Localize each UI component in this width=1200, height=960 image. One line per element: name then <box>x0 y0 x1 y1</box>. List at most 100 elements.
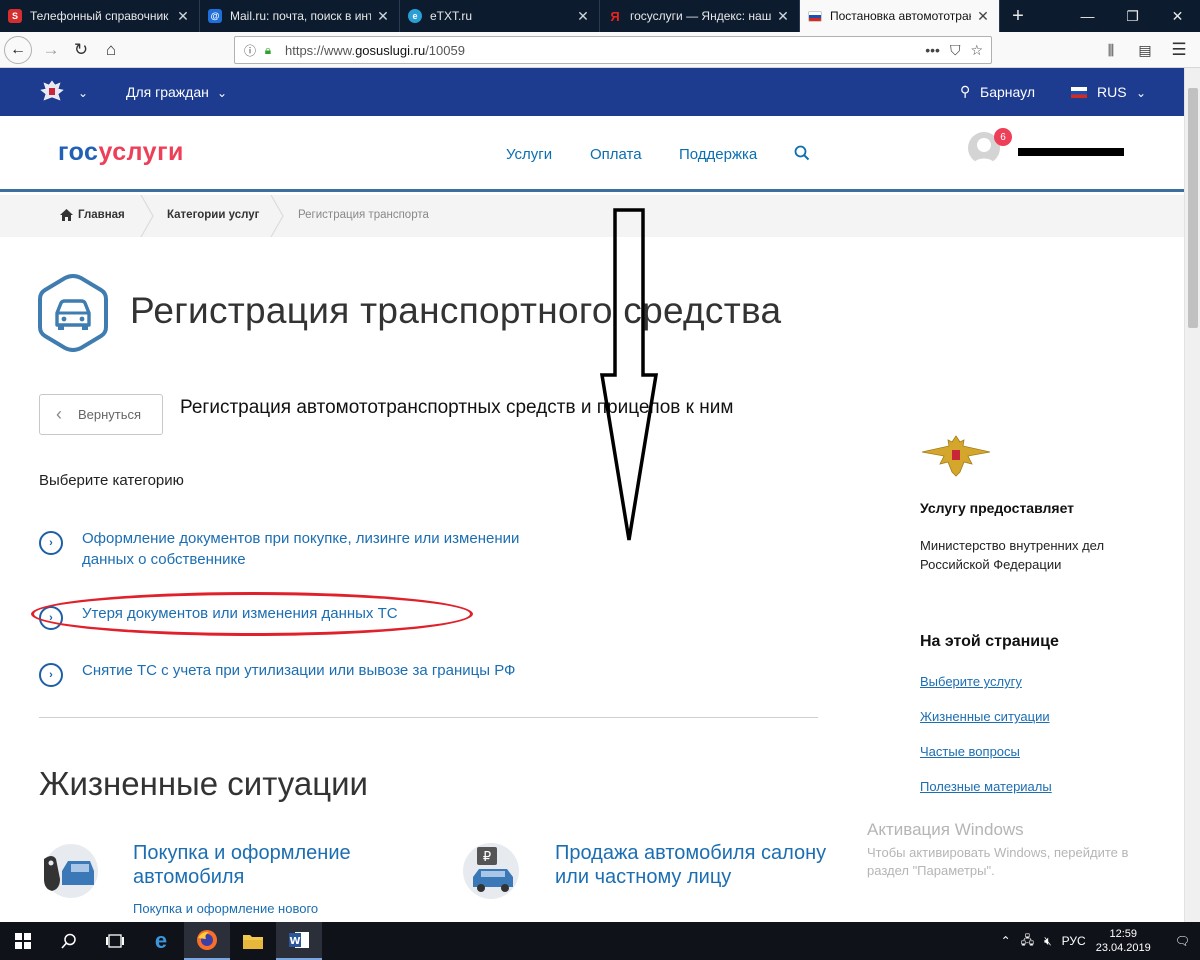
category-option-deregistration[interactable]: › Снятие ТС с учета при утилизации или в… <box>39 660 562 687</box>
close-window-icon[interactable]: ✕ <box>1155 0 1200 32</box>
tab-title: Mail.ru: почта, поиск в инте <box>230 9 371 23</box>
coat-of-arms-icon[interactable] <box>38 78 66 106</box>
url-text[interactable]: https://www.gosuslugi.ru/10059 <box>285 43 465 58</box>
menu-icon[interactable]: ☰ <box>1164 35 1194 65</box>
close-tab-icon[interactable]: ✕ <box>375 8 391 25</box>
window-controls: — ❐ ✕ <box>1065 0 1200 32</box>
close-tab-icon[interactable]: ✕ <box>575 8 591 25</box>
close-tab-icon[interactable]: ✕ <box>175 8 191 25</box>
forward-arrow-icon[interactable]: → <box>36 35 66 65</box>
chevron-down-icon[interactable]: ⌄ <box>1136 86 1146 100</box>
volume-muted-icon[interactable]: 🔇︎ <box>1044 934 1052 949</box>
onpage-link-choose-service[interactable]: Выберите услугу <box>920 674 1022 689</box>
new-tab-button[interactable]: + <box>1000 0 1036 32</box>
provider-heading: Услугу предоставляет <box>920 500 1075 516</box>
car-key-icon[interactable] <box>38 841 98 901</box>
browser-tab-phonebook[interactable]: S Телефонный справочник ✕ <box>0 0 200 32</box>
card-purchase-sub[interactable]: Покупка и оформление нового <box>133 901 318 916</box>
nav-payment[interactable]: Оплата <box>590 146 642 163</box>
car-sale-ruble-icon[interactable]: ₽ <box>461 841 521 901</box>
notification-badge[interactable]: 6 <box>994 128 1012 146</box>
word-icon[interactable]: W <box>276 922 322 960</box>
system-tray: ⌃ 🖧︎ 🔇︎ РУС 12:59 23.04.2019 🗨︎ <box>1001 927 1200 955</box>
mailru-favicon-icon: @ <box>208 9 222 23</box>
chevron-up-icon[interactable]: ⌃ <box>1001 934 1011 948</box>
search-icon[interactable] <box>46 922 92 960</box>
file-explorer-icon[interactable] <box>230 922 276 960</box>
input-language[interactable]: РУС <box>1062 934 1086 948</box>
page-scrollbar[interactable] <box>1184 68 1200 922</box>
lock-icon[interactable]: 🔒︎ <box>259 43 277 58</box>
page-actions-icon[interactable]: ••• <box>925 42 940 59</box>
nav-support[interactable]: Поддержка <box>679 146 757 163</box>
page-title: Регистрация транспортного средства <box>130 290 782 331</box>
page-viewport: ⌄ Для граждан ⌄ ⚲ Барнаул RUS ⌄ госуслуг… <box>0 68 1184 922</box>
chevron-right-circle-icon: › <box>39 531 63 555</box>
section-divider <box>39 717 818 718</box>
mvd-emblem-icon <box>921 435 991 477</box>
close-tab-icon[interactable]: ✕ <box>975 8 991 25</box>
svg-text:W: W <box>289 936 300 947</box>
pocket-icon[interactable]: ⛉ <box>950 42 961 59</box>
language-selector[interactable]: RUS <box>1097 84 1127 100</box>
restore-icon[interactable]: ❐ <box>1110 0 1155 32</box>
reload-icon[interactable]: ↻ <box>66 35 96 65</box>
breadcrumb-categories[interactable]: Категории услуг <box>167 209 259 221</box>
nav-services[interactable]: Услуги <box>506 146 552 163</box>
tab-title: eTXT.ru <box>430 9 473 23</box>
life-situations-heading: Жизненные ситуации <box>39 765 368 802</box>
home-icon[interactable]: ⌂ <box>96 35 126 65</box>
scrollbar-thumb[interactable] <box>1188 88 1198 328</box>
category-option-label[interactable]: Оформление документов при покупке, лизин… <box>82 528 562 570</box>
sidebar-toggle-icon[interactable]: ▤ <box>1130 35 1160 65</box>
tab-title: Телефонный справочник <box>30 9 169 23</box>
browser-tab-etxt[interactable]: e eTXT.ru ✕ <box>400 0 600 32</box>
redacted-username[interactable] <box>1018 148 1124 156</box>
home-icon <box>60 209 73 221</box>
windows-activation-title: Активация Windows <box>867 820 1024 839</box>
back-arrow-icon[interactable]: ← <box>4 35 32 64</box>
windows-start-icon[interactable] <box>0 922 46 960</box>
red-highlight-ellipse <box>31 592 473 636</box>
search-icon[interactable] <box>794 145 810 161</box>
card-purchase-title[interactable]: Покупка и оформление автомобиля <box>133 841 413 889</box>
chevron-down-icon[interactable]: ⌄ <box>78 86 88 100</box>
tab-title: Постановка автомототранс <box>830 9 971 23</box>
task-view-icon[interactable] <box>92 922 138 960</box>
site-header: госуслуги Услуги Оплата Поддержка 6 <box>0 116 1184 192</box>
city-selector[interactable]: Барнаул <box>980 84 1035 100</box>
breadcrumb-home[interactable]: Главная <box>60 209 125 221</box>
onpage-link-life-situations[interactable]: Жизненные ситуации <box>920 709 1050 724</box>
category-option-label[interactable]: Снятие ТС с учета при утилизации или выв… <box>82 660 562 681</box>
edge-browser-icon[interactable]: e <box>138 922 184 960</box>
phonebook-favicon-icon: S <box>8 9 22 23</box>
chevron-down-icon[interactable]: ⌄ <box>217 86 227 100</box>
minimize-icon[interactable]: — <box>1065 0 1110 32</box>
notifications-icon[interactable]: 🗨︎ <box>1175 934 1190 948</box>
onpage-link-materials[interactable]: Полезные материалы <box>920 779 1052 794</box>
browser-tab-gosuslugi[interactable]: Постановка автомототранс ✕ <box>800 0 1000 32</box>
browser-tab-yandex[interactable]: Я госуслуги — Яндекс: нашл ✕ <box>600 0 800 32</box>
chevron-right-circle-icon: › <box>39 663 63 687</box>
onpage-link-faq[interactable]: Частые вопросы <box>920 744 1020 759</box>
citizens-dropdown[interactable]: Для граждан <box>126 84 209 100</box>
back-button[interactable]: ‹ Вернуться <box>39 394 163 435</box>
category-option-purchase[interactable]: › Оформление документов при покупке, лиз… <box>39 528 562 570</box>
clock-time: 12:59 <box>1109 928 1137 940</box>
library-icon[interactable]: ⫼ <box>1096 35 1126 65</box>
firefox-icon[interactable] <box>184 922 230 960</box>
breadcrumb-current: Регистрация транспорта <box>298 209 429 221</box>
yandex-favicon-icon: Я <box>610 8 620 24</box>
browser-tab-mailru[interactable]: @ Mail.ru: почта, поиск в инте ✕ <box>200 0 400 32</box>
location-pin-icon: ⚲ <box>960 83 971 99</box>
card-sale-title[interactable]: Продажа автомобиля салону или частному л… <box>555 841 845 889</box>
close-tab-icon[interactable]: ✕ <box>775 8 791 25</box>
url-bar[interactable]: ⓘ 🔒︎ https://www.gosuslugi.ru/10059 ••• … <box>234 36 992 64</box>
clock-date: 23.04.2019 <box>1095 942 1151 954</box>
info-icon[interactable]: ⓘ <box>241 42 259 59</box>
breadcrumb-separator-icon <box>270 195 284 237</box>
bookmark-star-icon[interactable]: ☆ <box>970 42 983 59</box>
clock[interactable]: 12:59 23.04.2019 <box>1096 927 1151 955</box>
network-icon[interactable]: 🖧︎ <box>1021 931 1034 952</box>
gosuslugi-logo[interactable]: госуслуги <box>58 138 184 167</box>
